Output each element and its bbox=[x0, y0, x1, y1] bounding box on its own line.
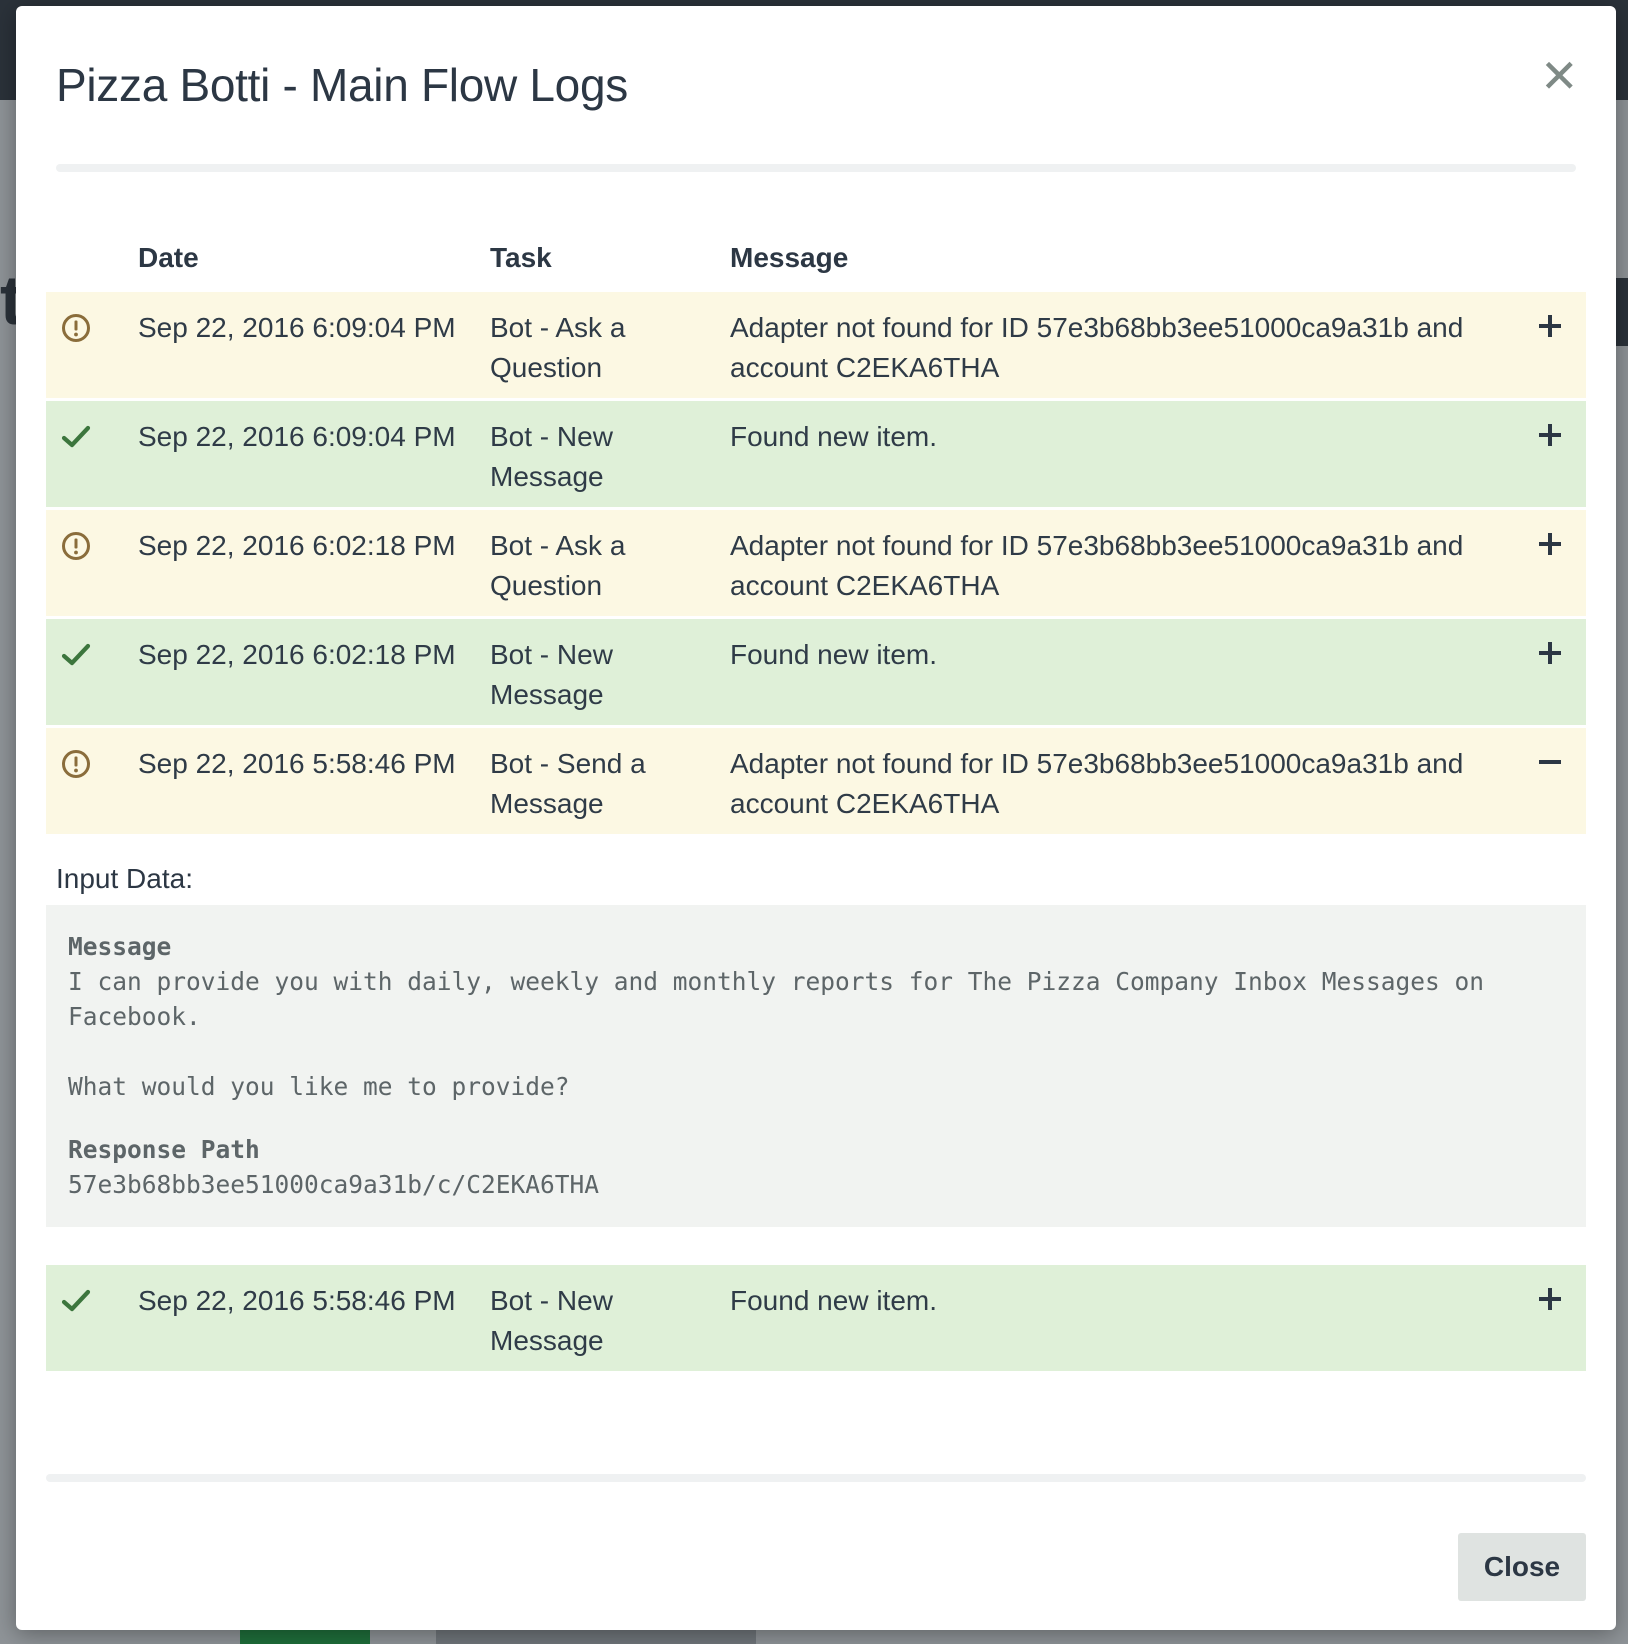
cell-task: Bot - Ask a Question bbox=[490, 530, 626, 601]
check-icon bbox=[60, 639, 92, 671]
check-icon bbox=[60, 421, 92, 453]
expand-plus-icon[interactable] bbox=[1534, 1283, 1566, 1315]
cell-date: Sep 22, 2016 6:02:18 PM bbox=[138, 639, 456, 670]
cell-date: Sep 22, 2016 6:02:18 PM bbox=[138, 530, 456, 561]
input-data-key: Response Path bbox=[68, 1135, 260, 1164]
cell-date: Sep 22, 2016 5:58:46 PM bbox=[138, 748, 456, 779]
cell-message: Found new item. bbox=[730, 639, 937, 670]
footer-divider bbox=[46, 1474, 1586, 1482]
logs-table: Date Task Message Sep 22, 2016 6:09:04 P… bbox=[46, 222, 1586, 1374]
background-partial-bar bbox=[436, 1628, 756, 1644]
input-data-value: 57e3b68bb3ee51000ca9a31b/c/C2EKA6THA bbox=[68, 1170, 600, 1199]
table-row: Sep 22, 2016 6:02:18 PM Bot - New Message… bbox=[46, 619, 1586, 728]
column-header-message: Message bbox=[730, 242, 849, 273]
table-header: Date Task Message bbox=[46, 222, 1586, 292]
expand-plus-icon[interactable] bbox=[1534, 528, 1566, 560]
exclamation-circle-icon bbox=[60, 530, 92, 562]
table-body: Sep 22, 2016 6:09:04 PM Bot - Ask a Quest… bbox=[46, 292, 1586, 1374]
column-header-date: Date bbox=[138, 242, 199, 273]
cell-task: Bot - Send a Message bbox=[490, 748, 646, 819]
modal-title: Pizza Botti - Main Flow Logs bbox=[56, 59, 628, 111]
close-button[interactable]: Close bbox=[1458, 1533, 1586, 1601]
table-row: Sep 22, 2016 5:58:46 PM Bot - New Message… bbox=[46, 1265, 1586, 1374]
table-row: Sep 22, 2016 6:09:04 PM Bot - New Message… bbox=[46, 401, 1586, 510]
cell-task: Bot - Ask a Question bbox=[490, 312, 626, 383]
input-data-value: I can provide you with daily, weekly and… bbox=[68, 967, 1485, 1101]
exclamation-circle-icon bbox=[60, 312, 92, 344]
collapse-minus-icon[interactable] bbox=[1534, 746, 1566, 778]
cell-message: Adapter not found for ID 57e3b68bb3ee510… bbox=[730, 312, 1464, 383]
close-icon[interactable]: ✕ bbox=[1540, 53, 1579, 99]
cell-date: Sep 22, 2016 6:09:04 PM bbox=[138, 312, 456, 343]
cell-message: Found new item. bbox=[730, 421, 937, 452]
expand-plus-icon[interactable] bbox=[1534, 419, 1566, 451]
cell-message: Found new item. bbox=[730, 1285, 937, 1316]
cell-task: Bot - New Message bbox=[490, 421, 613, 492]
cell-message: Adapter not found for ID 57e3b68bb3ee510… bbox=[730, 748, 1464, 819]
exclamation-circle-icon bbox=[60, 748, 92, 780]
expand-plus-icon[interactable] bbox=[1534, 310, 1566, 342]
input-data-key: Message bbox=[68, 932, 172, 961]
cell-date: Sep 22, 2016 6:09:04 PM bbox=[138, 421, 456, 452]
header-divider bbox=[56, 164, 1576, 172]
cell-task: Bot - New Message bbox=[490, 1285, 613, 1356]
cell-task: Bot - New Message bbox=[490, 639, 613, 710]
table-row: Sep 22, 2016 6:09:04 PM Bot - Ask a Quest… bbox=[46, 292, 1586, 401]
logs-modal: Pizza Botti - Main Flow Logs ✕ Date Task… bbox=[16, 6, 1616, 1630]
table-row: Sep 22, 2016 5:58:46 PM Bot - Send a Mess… bbox=[46, 728, 1586, 837]
input-data-label: Input Data: bbox=[56, 863, 193, 894]
input-data-panel: Message I can provide you with daily, wee… bbox=[46, 905, 1586, 1227]
expand-plus-icon[interactable] bbox=[1534, 637, 1566, 669]
cell-message: Adapter not found for ID 57e3b68bb3ee510… bbox=[730, 530, 1464, 601]
table-row: Sep 22, 2016 6:02:18 PM Bot - Ask a Quest… bbox=[46, 510, 1586, 619]
check-icon bbox=[60, 1285, 92, 1317]
cell-date: Sep 22, 2016 5:58:46 PM bbox=[138, 1285, 456, 1316]
column-header-task: Task bbox=[490, 242, 552, 273]
